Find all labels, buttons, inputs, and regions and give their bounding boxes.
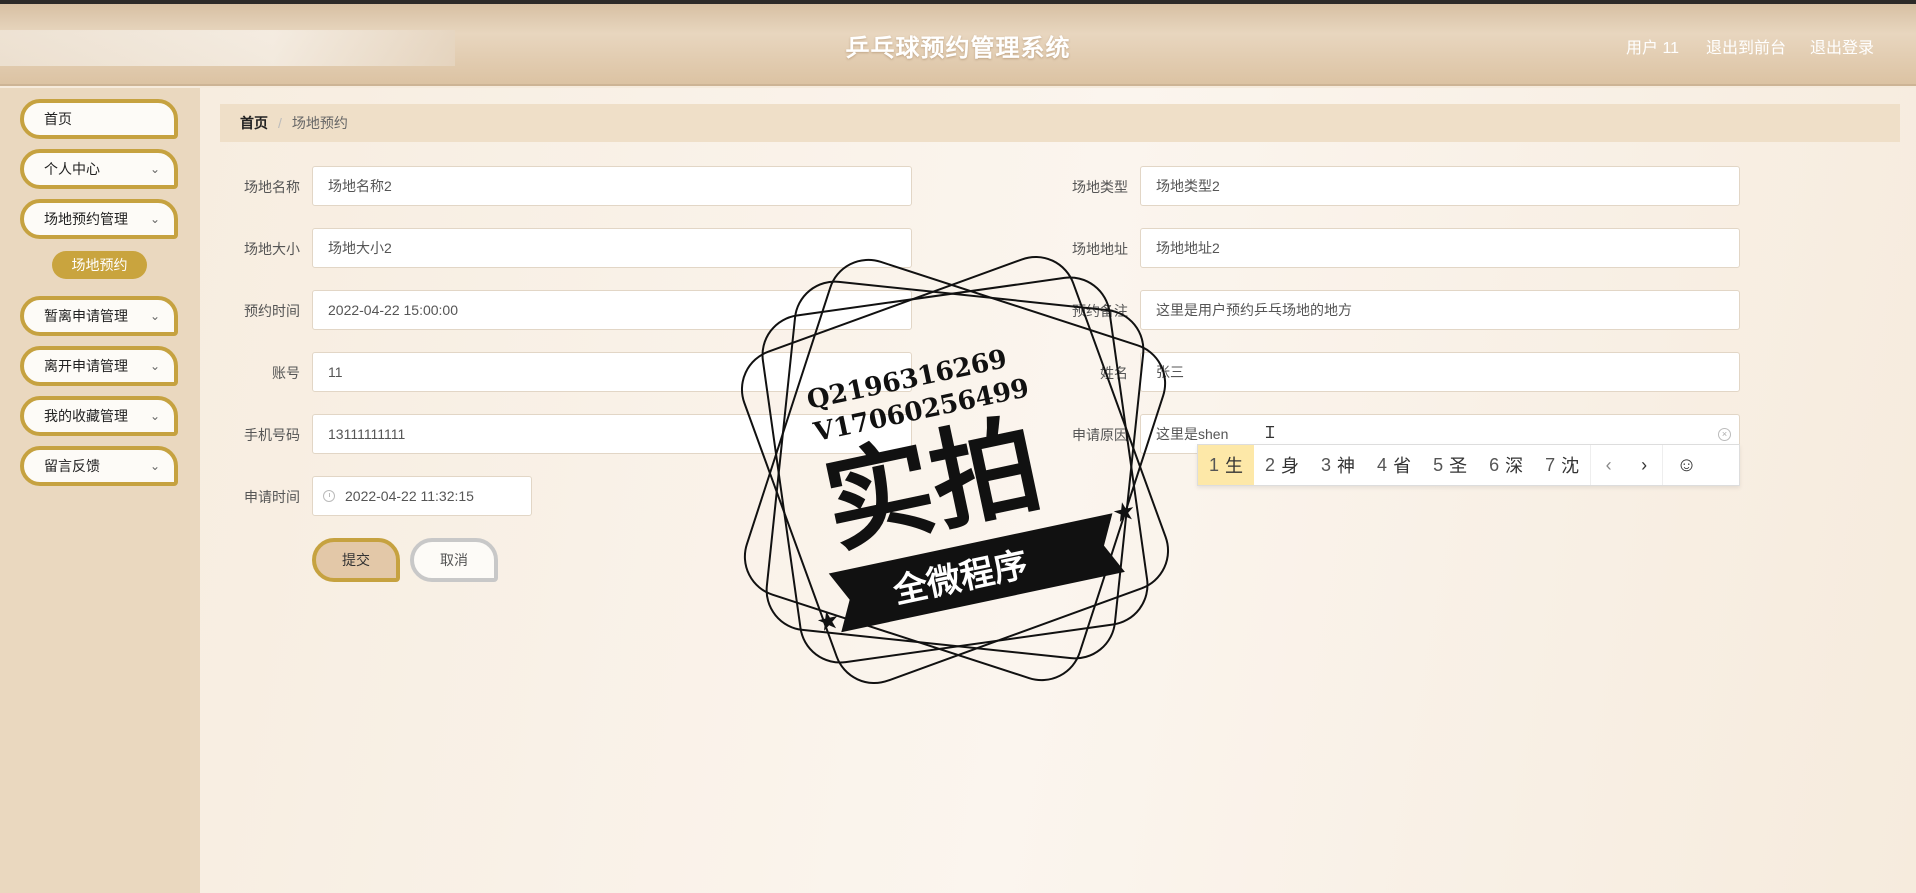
emoji-icon[interactable]: ☺	[1662, 445, 1710, 485]
ime-candidate[interactable]: 1生	[1198, 445, 1255, 485]
account-label: 账号	[272, 365, 300, 381]
ime-candidate[interactable]: 7沈	[1534, 445, 1590, 485]
venue-address-input[interactable]: 场地地址2	[1140, 228, 1740, 268]
clock-icon	[323, 490, 335, 502]
breadcrumb-home[interactable]: 首页	[240, 113, 268, 133]
sidebar-item-venue-booking-management[interactable]: 场地预约管理 ⌄	[20, 199, 178, 239]
sidebar-item-temporary-leave[interactable]: 暂离申请管理 ⌄	[20, 296, 178, 336]
breadcrumb-separator: /	[278, 115, 282, 131]
ime-candidate[interactable]: 2身	[1254, 445, 1310, 485]
apply-time-input[interactable]: 2022-04-22 11:32:15	[312, 476, 532, 516]
ime-candidate[interactable]: 5圣	[1422, 445, 1478, 485]
chevron-down-icon: ⌄	[150, 359, 161, 373]
logout-link[interactable]: 退出登录	[1810, 34, 1874, 58]
sidebar-item-label: 个人中心	[44, 161, 100, 177]
sidebar-item-favorites[interactable]: 我的收藏管理 ⌄	[20, 396, 178, 436]
sidebar: 首页 个人中心 ⌄ 场地预约管理 ⌄ 场地预约 暂离申请管理 ⌄ 离开申请管理 …	[0, 88, 200, 893]
sidebar-item-label: 离开申请管理	[44, 358, 128, 374]
ime-candidate[interactable]: 3神	[1310, 445, 1366, 485]
reason-input-value: 这里是shen	[1156, 426, 1229, 442]
booking-remark-input[interactable]: 这里是用户预约乒乓场地的地方	[1140, 290, 1740, 330]
sidebar-item-feedback[interactable]: 留言反馈 ⌄	[20, 446, 178, 486]
ime-candidate[interactable]: 6深	[1478, 445, 1534, 485]
apply-time-value: 2022-04-22 11:32:15	[345, 488, 474, 504]
submit-button[interactable]: 提交	[312, 538, 400, 582]
venue-size-input[interactable]: 场地大小2	[312, 228, 912, 268]
breadcrumb-current: 场地预约	[291, 115, 348, 131]
chevron-down-icon: ⌄	[150, 459, 161, 473]
phone-input[interactable]: 13111111111	[312, 414, 912, 454]
cancel-button[interactable]: 取消	[410, 538, 498, 582]
current-user: 用户 11	[1626, 40, 1680, 57]
sidebar-item-label: 留言反馈	[44, 458, 100, 474]
name-input[interactable]: 张三	[1140, 352, 1740, 392]
venue-name-label: 场地名称	[244, 179, 300, 195]
chevron-down-icon: ⌄	[150, 309, 161, 323]
venue-type-input[interactable]: 场地类型2	[1140, 166, 1740, 206]
booking-time-input[interactable]: 2022-04-22 15:00:00	[312, 290, 912, 330]
reason-label: 申请原因	[1072, 427, 1128, 443]
chevron-down-icon: ⌄	[150, 409, 161, 423]
booking-time-label: 预约时间	[244, 303, 300, 319]
name-label: 姓名	[1100, 365, 1128, 381]
exit-to-front-link[interactable]: 退出到前台	[1706, 34, 1786, 58]
ime-candidate[interactable]: 4省	[1366, 445, 1422, 485]
sidebar-item-label: 暂离申请管理	[44, 308, 128, 324]
chevron-down-icon: ⌄	[150, 212, 161, 226]
chevron-down-icon: ⌄	[150, 162, 161, 176]
sidebar-item-leave-application[interactable]: 离开申请管理 ⌄	[20, 346, 178, 386]
sidebar-item-home[interactable]: 首页	[20, 99, 178, 139]
sidebar-item-label: 首页	[44, 111, 72, 127]
ime-next-page-icon[interactable]: ›	[1626, 445, 1662, 485]
sidebar-subitem-venue-booking[interactable]: 场地预约	[52, 251, 147, 279]
ime-prev-page-icon[interactable]: ‹	[1590, 445, 1626, 485]
header: 乒乓球预约管理系统 用户 11 退出到前台 退出登录	[0, 0, 1916, 86]
ime-candidate-bar: 1生 2身 3神 4省 5圣 6深 7沈 ‹ › ☺	[1197, 444, 1740, 486]
venue-name-input[interactable]: 场地名称2	[312, 166, 912, 206]
booking-remark-label: 预约备注	[1072, 303, 1128, 319]
main-content: 首页 / 场地预约 场地名称 场地名称2 场地类型 场地类型2 场地大小 场地大…	[200, 88, 1916, 893]
sidebar-item-personal-center[interactable]: 个人中心 ⌄	[20, 149, 178, 189]
sidebar-item-label: 场地预约管理	[44, 211, 128, 227]
apply-time-label: 申请时间	[244, 489, 300, 505]
sidebar-item-label: 我的收藏管理	[44, 408, 128, 424]
venue-type-label: 场地类型	[1072, 179, 1128, 195]
venue-address-label: 场地地址	[1072, 241, 1128, 257]
venue-size-label: 场地大小	[244, 241, 300, 257]
text-cursor-icon: Ｉ	[1262, 425, 1279, 442]
account-input[interactable]: 11	[312, 352, 912, 392]
clear-icon[interactable]: ×	[1718, 428, 1731, 441]
phone-label: 手机号码	[244, 427, 300, 443]
breadcrumb: 首页 / 场地预约	[220, 104, 1900, 142]
